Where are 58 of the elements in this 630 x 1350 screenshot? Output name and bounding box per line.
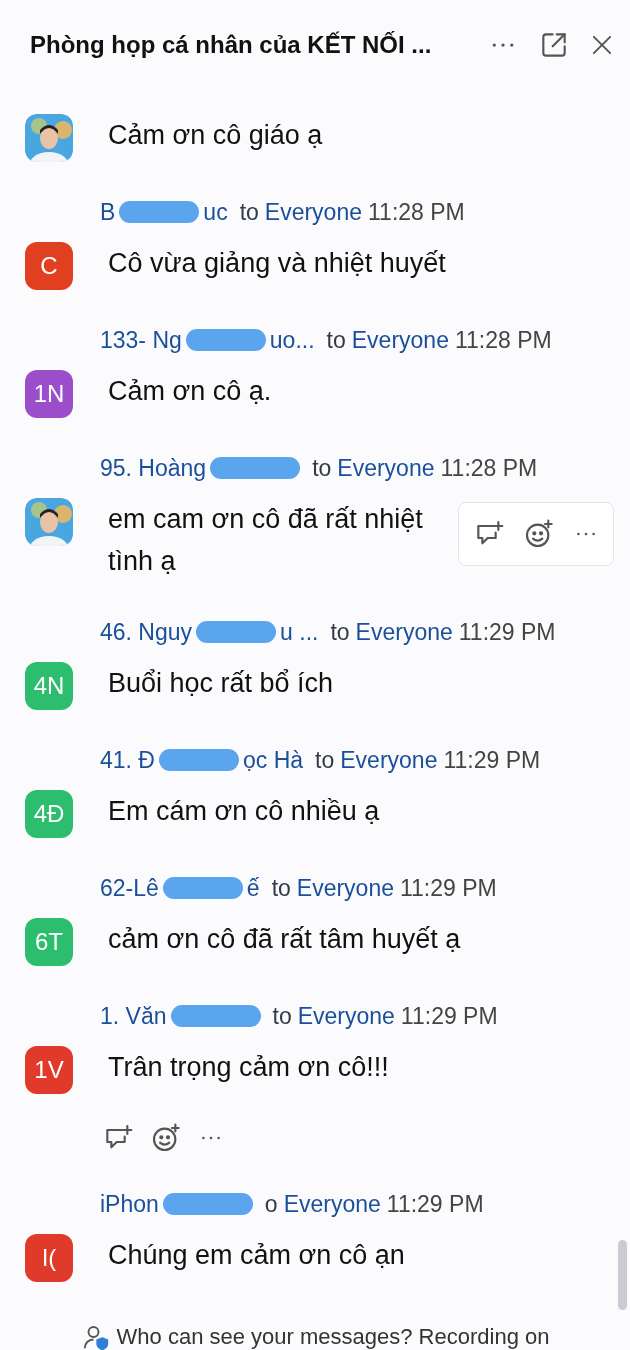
message-text: Buổi học rất bổ ích: [108, 667, 335, 700]
recipient-name[interactable]: Everyone: [283, 1186, 381, 1222]
message-text: Cảm ơn cô giáo ạ: [108, 119, 324, 152]
message-text: Trân trọng cảm ơn cô!!!: [108, 1051, 390, 1084]
sender-name-part: 62-Lê: [100, 873, 159, 903]
sender-name-part: 41. Đ: [100, 745, 155, 775]
add-reaction-icon[interactable]: [523, 518, 555, 550]
message-text: cảm ơn cô đã rất tâm huyết ạ: [108, 923, 462, 956]
recipient-label: to: [271, 873, 291, 903]
recipient-label: to: [312, 453, 332, 483]
sender-name-part: uo...: [269, 325, 315, 355]
user-avatar: I(: [25, 1234, 73, 1282]
sender-name-part: 95. Hoàng: [100, 453, 207, 483]
recipient-name[interactable]: Everyone: [264, 194, 362, 230]
recipient-name[interactable]: Everyone: [355, 614, 453, 650]
privacy-notice[interactable]: Who can see your messages? Recording on: [116, 1320, 550, 1350]
recipient-name[interactable]: Everyone: [296, 870, 394, 906]
user-avatar: 4Đ: [25, 790, 73, 838]
message-time: 11:28 PM: [368, 197, 465, 227]
message-time: 11:29 PM: [400, 873, 497, 903]
recipient-label: to: [272, 1001, 292, 1031]
message-text: em cam ơn cô đã rất nhiệt tình ạ: [108, 503, 424, 578]
message-text: Cảm ơn cô ạ.: [108, 375, 273, 408]
sender-name-part: iPhon: [100, 1189, 159, 1219]
message-time: 11:29 PM: [443, 745, 541, 775]
sender-name-part: 133- Ng: [100, 325, 182, 355]
message-text: Cô vừa giảng và nhiệt huyết: [108, 247, 447, 280]
scrollbar-thumb[interactable]: [618, 1240, 627, 1310]
recipient-label: to: [239, 197, 259, 227]
recipient-label: to: [315, 745, 335, 775]
user-avatar: 1V: [25, 1046, 73, 1094]
recipient-label: to: [326, 325, 346, 355]
sender-name-part: ọc Hà: [243, 745, 304, 775]
message-time: 11:29 PM: [400, 1001, 498, 1031]
user-avatar: 6T: [25, 918, 73, 966]
message-time: 11:28 PM: [454, 325, 552, 355]
recipient-label: o: [264, 1189, 278, 1219]
sender-name-part: uc: [203, 197, 228, 227]
window-title: Phòng họp cá nhân của KẾT NỐI ...: [30, 30, 433, 60]
recipient-name[interactable]: Everyone: [297, 998, 395, 1034]
sender-name-part: 1. Văn: [100, 1001, 167, 1031]
recipient-name[interactable]: Everyone: [340, 742, 438, 778]
user-avatar: 4N: [25, 662, 73, 710]
recipient-name[interactable]: Everyone: [337, 450, 435, 486]
message-time: 11:29 PM: [386, 1189, 484, 1219]
message-text: Em cám ơn cô nhiều ạ: [108, 795, 381, 828]
sender-name-part: B: [100, 197, 116, 227]
add-reaction-icon[interactable]: [150, 1122, 182, 1154]
sender-name-part: ế: [246, 873, 260, 903]
recipient-label: to: [330, 617, 350, 647]
sender-name-part: u ...: [280, 617, 319, 647]
message-time: 11:28 PM: [440, 453, 538, 483]
user-avatar: 1N: [25, 370, 73, 418]
message-time: 11:29 PM: [458, 617, 556, 647]
recipient-name[interactable]: Everyone: [351, 322, 449, 358]
message-text: Chúng em cảm ơn cô ạn: [108, 1239, 406, 1272]
sender-name-part: 46. Nguy: [100, 617, 193, 647]
user-avatar: C: [25, 242, 73, 290]
